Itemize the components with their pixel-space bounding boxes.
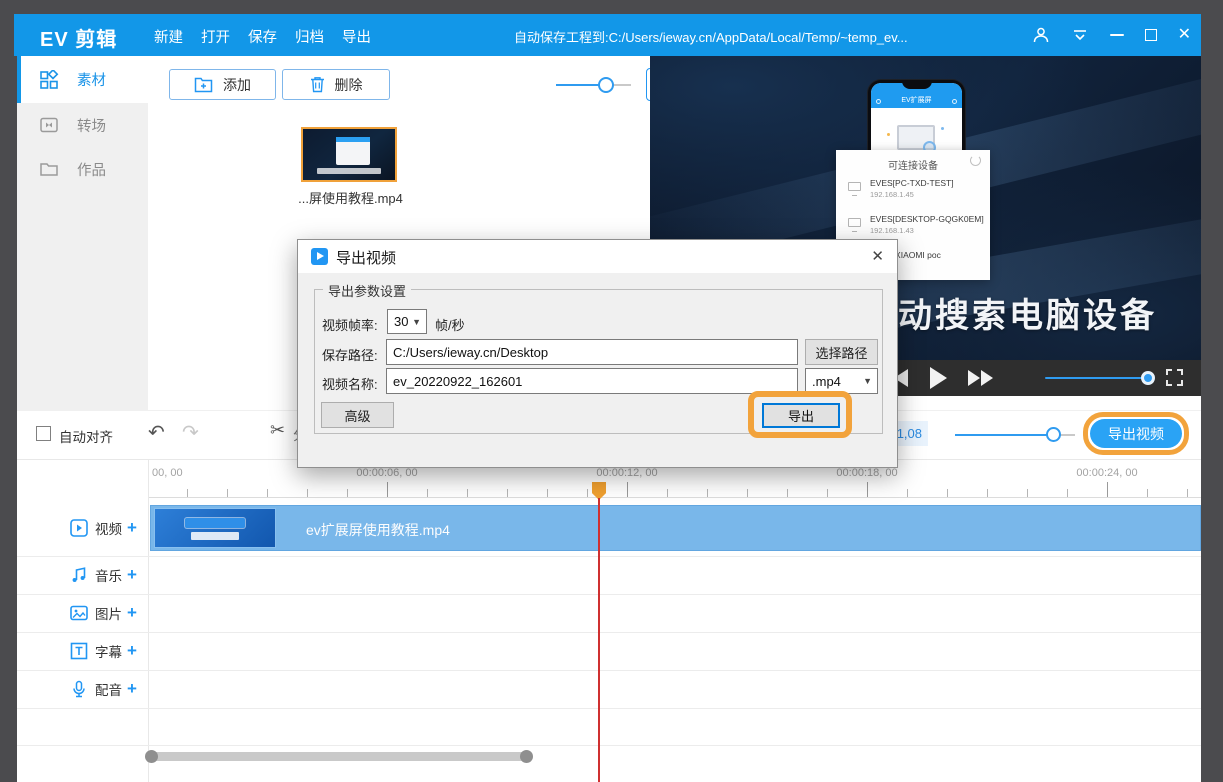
export-dialog: 导出视频 ✕ 导出参数设置 视频帧率: 30 ▼ 帧/秒 保存路径: 选择路径 … xyxy=(297,239,898,468)
auto-align-label: 自动对齐 xyxy=(59,426,113,446)
split-scissors-icon[interactable]: ✂ xyxy=(270,420,285,441)
folder-plus-icon xyxy=(194,76,213,93)
track-header-voiceover: 配音 + xyxy=(17,679,148,699)
track-header-image: 图片 + xyxy=(17,603,148,623)
ruler-label: 00:00:06, 00 xyxy=(356,467,417,479)
choose-path-button[interactable]: 选择路径 xyxy=(805,339,878,365)
chevron-down-icon: ▼ xyxy=(863,376,872,386)
track-add-button[interactable]: + xyxy=(127,641,137,661)
delete-material-label: 删除 xyxy=(335,75,363,95)
image-track-icon xyxy=(70,604,88,622)
track-header-subtitle: 字幕 + xyxy=(17,641,148,661)
microphone-track-icon xyxy=(70,680,88,698)
refresh-icon xyxy=(970,155,981,166)
delete-material-button[interactable]: 删除 xyxy=(282,69,390,100)
ruler-label: 00:00:24, 00 xyxy=(1076,467,1137,479)
group-title: 导出参数设置 xyxy=(323,281,411,300)
menu-new[interactable]: 新建 xyxy=(154,26,183,47)
device-monitor-icon xyxy=(848,218,861,227)
video-name-label: 视频名称: xyxy=(322,374,378,393)
save-path-label: 保存路径: xyxy=(322,345,378,364)
main-menu: 新建 打开 保存 归档 导出 xyxy=(154,26,371,47)
material-grid-icon xyxy=(39,70,59,90)
auto-align-checkbox[interactable] xyxy=(36,426,51,441)
track-add-button[interactable]: + xyxy=(127,565,137,585)
sidebar-label: 转场 xyxy=(77,115,106,136)
sidebar-item-works[interactable]: 作品 xyxy=(17,147,148,191)
clip-filename: ev扩展屏使用教程.mp4 xyxy=(306,520,450,540)
slider-knob[interactable] xyxy=(598,77,614,93)
maximize-button[interactable] xyxy=(1145,29,1157,41)
chevron-down-icon: ▼ xyxy=(412,317,421,327)
volume-knob[interactable] xyxy=(1141,371,1155,385)
phone-app-title: EV扩展屏 xyxy=(901,95,931,105)
timeline: 00, 00 00:00:06, 00 00:00:12, 00 00:00:1… xyxy=(17,460,1201,782)
video-track-icon xyxy=(70,519,88,537)
ev-editor-window: EV 剪辑 新建 打开 保存 归档 导出 自动保存工程到:C:/Users/ie… xyxy=(0,0,1223,782)
redo-icon[interactable]: ↷ xyxy=(182,420,199,445)
advanced-button[interactable]: 高级 xyxy=(321,402,394,428)
ruler-label: 00:00:18, 00 xyxy=(836,467,897,479)
add-material-label: 添加 xyxy=(223,75,251,95)
titlebar: EV 剪辑 新建 打开 保存 归档 导出 自动保存工程到:C:/Users/ie… xyxy=(14,14,1201,56)
theme-icon[interactable] xyxy=(1071,27,1089,43)
sidebar-item-transition[interactable]: 转场 xyxy=(17,103,148,147)
highlight-ring-export-video xyxy=(1083,412,1189,455)
material-thumbnail[interactable] xyxy=(301,127,397,182)
fps-unit-label: 帧/秒 xyxy=(435,315,465,334)
menu-export[interactable]: 导出 xyxy=(342,26,371,47)
close-button[interactable]: ✕ xyxy=(1178,27,1191,43)
fullscreen-icon[interactable] xyxy=(1166,369,1183,386)
fps-combobox[interactable]: 30 ▼ xyxy=(387,309,427,334)
playhead-line xyxy=(598,498,600,782)
device-row: EVES[PC-TXD-TEST] 192.168.1.45 xyxy=(848,178,984,208)
dialog-titlebar: 导出视频 ✕ xyxy=(298,240,897,273)
add-material-button[interactable]: 添加 xyxy=(169,69,276,100)
track-add-button[interactable]: + xyxy=(127,679,137,699)
music-track-icon xyxy=(70,566,88,584)
menu-save[interactable]: 保存 xyxy=(248,26,277,47)
autosave-path-text: 自动保存工程到:C:/Users/ieway.cn/AppData/Local/… xyxy=(514,27,908,46)
fps-label: 视频帧率: xyxy=(322,315,378,334)
save-path-input[interactable] xyxy=(386,339,798,365)
folder-icon xyxy=(39,159,59,179)
volume-slider[interactable] xyxy=(1045,377,1150,379)
sidebar-label: 素材 xyxy=(77,69,106,90)
subtitle-track-icon xyxy=(70,642,88,660)
ruler-label: 00:00:12, 00 xyxy=(596,467,657,479)
transition-icon xyxy=(39,115,59,135)
trash-icon xyxy=(310,76,325,93)
timeline-zoom-knob[interactable] xyxy=(1046,427,1061,442)
dialog-title: 导出视频 xyxy=(336,247,396,268)
track-header-music: 音乐 + xyxy=(17,565,148,585)
ruler-label: 00, 00 xyxy=(152,467,183,479)
window-controls: ✕ xyxy=(1032,14,1191,56)
menu-archive[interactable]: 归档 xyxy=(295,26,324,47)
material-filename: ...屏使用教程.mp4 xyxy=(258,188,443,207)
highlight-ring-export xyxy=(748,391,852,438)
scrollbar-right-handle[interactable] xyxy=(520,750,533,763)
sidebar: 素材 转场 作品 xyxy=(17,56,148,410)
sidebar-item-material[interactable]: 素材 xyxy=(17,56,148,103)
device-panel-title: 可连接设备 xyxy=(836,157,990,172)
user-icon[interactable] xyxy=(1032,26,1050,44)
dialog-play-icon xyxy=(311,248,328,265)
track-add-button[interactable]: + xyxy=(127,603,137,623)
play-icon[interactable] xyxy=(930,367,947,389)
menu-open[interactable]: 打开 xyxy=(201,26,230,47)
device-monitor-icon xyxy=(848,182,861,191)
video-caption-text: 动搜索电脑设备 xyxy=(898,288,1157,337)
app-logo: EV 剪辑 xyxy=(40,23,117,52)
sidebar-label: 作品 xyxy=(77,159,106,180)
undo-icon[interactable]: ↶ xyxy=(148,420,165,445)
track-add-button[interactable]: + xyxy=(127,518,137,538)
clip-thumbnail xyxy=(154,508,276,548)
track-header-video: 视频 + xyxy=(17,518,148,538)
minimize-button[interactable] xyxy=(1110,34,1124,36)
dialog-close-icon[interactable]: ✕ xyxy=(871,247,884,265)
scrollbar-left-handle[interactable] xyxy=(145,750,158,763)
video-name-input[interactable] xyxy=(386,368,798,394)
timeline-video-clip[interactable]: ev扩展屏使用教程.mp4 xyxy=(150,505,1201,551)
horizontal-scrollbar[interactable] xyxy=(150,752,528,761)
